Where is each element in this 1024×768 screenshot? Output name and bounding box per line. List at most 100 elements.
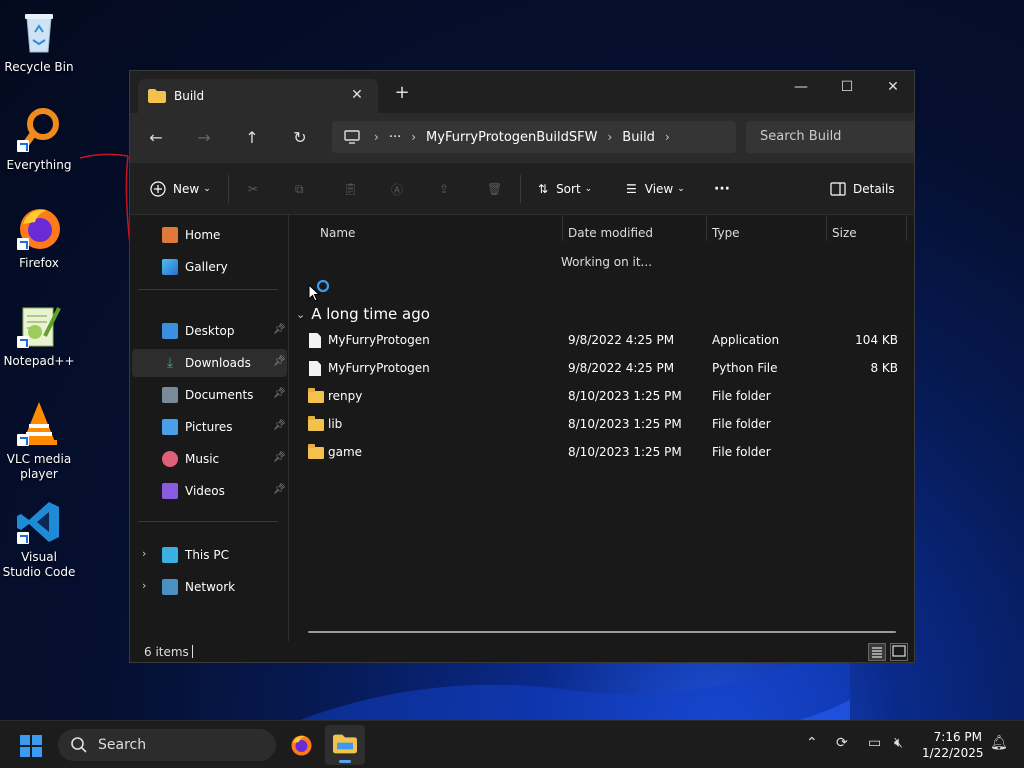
column-divider[interactable] [562, 215, 563, 241]
navigation-pane: Home Gallery Desktop 📌︎ ⤓ Downloads 📌︎ D… [130, 215, 289, 641]
file-type: Application [712, 333, 780, 347]
group-header[interactable]: ⌄ A long time ago [296, 305, 430, 323]
notifications-bell-icon[interactable]: 🔔︎ [990, 735, 1008, 751]
chevron-down-icon: ⌄ [584, 184, 593, 194]
tab-build[interactable]: Build ✕ [138, 79, 378, 113]
details-button[interactable]: Details [830, 177, 895, 201]
sidebar-item-gallery[interactable]: Gallery [132, 253, 287, 281]
volume-muted-icon[interactable]: 🔇︎ [894, 735, 903, 751]
music-icon [162, 451, 178, 467]
sidebar-item-this-pc[interactable]: › This PC [132, 541, 287, 569]
sidebar-item-downloads[interactable]: ⤓ Downloads 📌︎ [132, 349, 287, 377]
minimize-button[interactable]: — [778, 71, 824, 103]
start-button[interactable] [20, 735, 42, 757]
sidebar-item-desktop[interactable]: Desktop 📌︎ [132, 317, 287, 345]
breadcrumb-segment[interactable]: Build [622, 130, 655, 145]
rename-button[interactable]: Ⓐ [391, 177, 403, 201]
horizontal-scrollbar[interactable] [308, 631, 896, 633]
desktop-icon-label: Everything [6, 158, 72, 172]
copy-button[interactable]: ⧉ [295, 177, 304, 201]
desktop-icon-vscode[interactable]: Visual Studio Code [2, 498, 76, 580]
toolbar-divider [228, 175, 229, 203]
tiles-view-icon [892, 645, 906, 657]
column-header-date[interactable]: Date modified [568, 221, 653, 245]
forward-button[interactable]: → [192, 126, 216, 150]
details-view-toggle[interactable] [868, 643, 886, 661]
chevron-right-icon: › [607, 130, 613, 144]
search-input[interactable]: Search Build [746, 121, 914, 153]
taskbar: Search ⌃ ⟳ ▭ 🔇︎ 7:16 PM 1/22/2025 🔔︎ [0, 720, 1024, 768]
sidebar-item-documents[interactable]: Documents 📌︎ [132, 381, 287, 409]
scissors-icon: ✂ [248, 182, 259, 196]
folder-icon [308, 416, 324, 431]
column-header-type[interactable]: Type [712, 221, 740, 245]
table-row[interactable]: MyFurryProtogen 9/8/2022 4:25 PM Applica… [300, 327, 900, 355]
sidebar-item-home[interactable]: Home [132, 221, 287, 249]
sidebar-item-videos[interactable]: Videos 📌︎ [132, 477, 287, 505]
breadcrumb-segment[interactable]: MyFurryProtogenBuildSFW [426, 130, 597, 145]
refresh-button[interactable]: ↻ [288, 126, 312, 150]
network-tray-icon[interactable]: ▭ [868, 735, 881, 751]
taskbar-file-explorer[interactable] [325, 725, 365, 765]
system-clock[interactable]: 7:16 PM 1/22/2025 [922, 729, 984, 761]
details-view-icon [872, 647, 882, 658]
back-button[interactable]: ← [144, 126, 168, 150]
sidebar-item-label: Downloads [185, 356, 251, 370]
file-icon [309, 361, 321, 376]
column-header-name[interactable]: Name [320, 221, 355, 245]
loading-status: Working on it... [561, 255, 653, 269]
firefox-icon [15, 204, 63, 252]
new-button[interactable]: New ⌄ [150, 177, 211, 201]
address-overflow[interactable]: ··· [389, 130, 401, 145]
sidebar-item-pictures[interactable]: Pictures 📌︎ [132, 413, 287, 441]
sync-status-icon[interactable]: ⟳ [836, 735, 848, 751]
taskbar-firefox[interactable] [281, 725, 321, 765]
desktop-icon-recycle-bin[interactable]: Recycle Bin [2, 8, 76, 75]
desktop-icon-notepadpp[interactable]: Notepad++ [2, 302, 76, 369]
maximize-button[interactable]: ☐ [824, 71, 870, 103]
windows-logo-pane [20, 747, 30, 757]
file-date: 8/10/2023 1:25 PM [568, 417, 682, 431]
column-divider[interactable] [906, 215, 907, 241]
taskbar-search-label: Search [98, 737, 147, 753]
desktop-icon-everything[interactable]: Everything [2, 106, 76, 173]
column-divider[interactable] [706, 215, 707, 241]
desktop-icon-firefox[interactable]: Firefox [2, 204, 76, 271]
clock-time: 7:16 PM [933, 730, 982, 744]
notepad-plus-plus-icon [15, 302, 63, 350]
chevron-right-icon[interactable]: › [142, 547, 146, 560]
table-row[interactable]: MyFurryProtogen 9/8/2022 4:25 PM Python … [300, 355, 900, 383]
view-button[interactable]: ☰ View ⌄ [626, 177, 685, 201]
new-tab-button[interactable]: + [392, 83, 412, 103]
folder-icon [148, 89, 166, 103]
address-bar[interactable]: › ··· › MyFurryProtogenBuildSFW › Build … [332, 121, 736, 153]
sidebar-item-music[interactable]: Music 📌︎ [132, 445, 287, 473]
table-row[interactable]: game 8/10/2023 1:25 PM File folder [300, 439, 900, 467]
column-divider[interactable] [826, 215, 827, 241]
paste-button[interactable]: 📋︎ [343, 177, 358, 201]
pictures-icon [162, 419, 178, 435]
up-button[interactable]: ↑ [240, 126, 264, 150]
more-options-button[interactable]: ··· [714, 177, 730, 201]
tiles-view-toggle[interactable] [890, 643, 908, 661]
sidebar-item-network[interactable]: › Network [132, 573, 287, 601]
file-date: 9/8/2022 4:25 PM [568, 333, 675, 347]
table-row[interactable]: renpy 8/10/2023 1:25 PM File folder [300, 383, 900, 411]
table-row[interactable]: lib 8/10/2023 1:25 PM File folder [300, 411, 900, 439]
delete-button[interactable]: 🗑︎ [487, 177, 502, 201]
show-hidden-icons-button[interactable]: ⌃ [806, 735, 818, 751]
sort-label: Sort [556, 182, 581, 196]
close-window-button[interactable]: ✕ [870, 71, 914, 103]
share-button[interactable]: ⇪ [439, 177, 449, 201]
desktop-icon-vlc[interactable]: VLC media player [2, 400, 76, 482]
taskbar-search[interactable]: Search [58, 729, 276, 761]
clock-date: 1/22/2025 [922, 746, 984, 760]
cut-button[interactable]: ✂ [248, 177, 258, 201]
sort-button[interactable]: ⇅ Sort ⌄ [538, 177, 592, 201]
recycle-bin-icon [15, 8, 63, 56]
column-header-size[interactable]: Size [832, 221, 857, 245]
item-count: 6 items [144, 645, 189, 659]
file-list: Name Date modified Type Size Working on … [290, 215, 914, 641]
chevron-right-icon[interactable]: › [142, 579, 146, 592]
close-tab-button[interactable]: ✕ [348, 86, 366, 104]
